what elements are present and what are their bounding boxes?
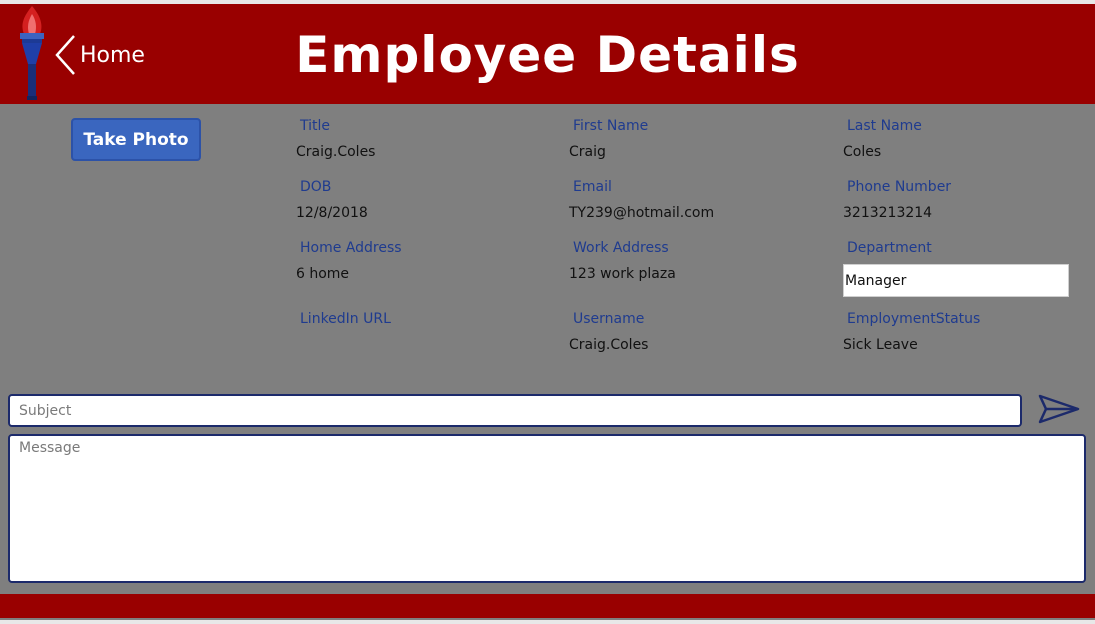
field-label: Email	[573, 179, 612, 195]
field-value: 12/8/2018	[296, 205, 368, 221]
footer-bar	[0, 594, 1095, 618]
send-icon	[1038, 394, 1080, 424]
field-value: 3213213214	[843, 205, 933, 221]
field-label: First Name	[573, 118, 649, 134]
field-last-name: Last Name Coles	[843, 118, 1083, 162]
field-value: Craig	[569, 144, 606, 160]
take-photo-button[interactable]: Take Photo	[71, 118, 201, 161]
field-label: Last Name	[847, 118, 922, 134]
field-department: Department	[843, 240, 1083, 258]
send-button[interactable]	[1036, 392, 1082, 426]
field-label: Home Address	[300, 240, 402, 256]
field-label: Username	[573, 311, 645, 327]
field-label: Title	[300, 118, 331, 134]
field-dob: DOB 12/8/2018	[296, 179, 536, 223]
field-title: Title Craig.Coles	[296, 118, 536, 162]
field-phone-number: Phone Number 3213213214	[843, 179, 1083, 223]
field-value: Sick Leave	[843, 337, 918, 353]
field-value	[296, 337, 536, 355]
field-value: Coles	[843, 144, 882, 160]
page-title: Employee Details	[295, 26, 800, 84]
field-value: 123 work plaza	[569, 266, 676, 282]
field-work-address: Work Address 123 work plaza	[569, 240, 809, 284]
field-home-address: Home Address 6 home	[296, 240, 536, 284]
subject-input[interactable]	[8, 394, 1022, 427]
message-input[interactable]	[8, 434, 1086, 583]
field-label: Phone Number	[847, 179, 952, 195]
field-email: Email TY239@hotmail.com	[569, 179, 809, 223]
field-linkedin-url: LinkedIn URL	[296, 311, 536, 355]
field-value: Craig.Coles	[296, 144, 376, 160]
header-bar: Home Employee Details	[0, 4, 1095, 104]
field-first-name: First Name Craig	[569, 118, 809, 162]
field-employment-status: EmploymentStatus Sick Leave	[843, 311, 1083, 355]
field-value: Craig.Coles	[569, 337, 649, 353]
app-screen: Home Employee Details Take Photo Title C…	[0, 4, 1095, 620]
field-label: EmploymentStatus	[847, 311, 981, 327]
department-input[interactable]	[843, 264, 1069, 297]
field-label: Work Address	[573, 240, 669, 256]
field-value: 6 home	[296, 266, 350, 282]
field-label: Department	[847, 240, 932, 256]
field-label: DOB	[300, 179, 332, 195]
field-label: LinkedIn URL	[300, 311, 391, 327]
field-value: TY239@hotmail.com	[569, 205, 715, 221]
field-username: Username Craig.Coles	[569, 311, 809, 355]
